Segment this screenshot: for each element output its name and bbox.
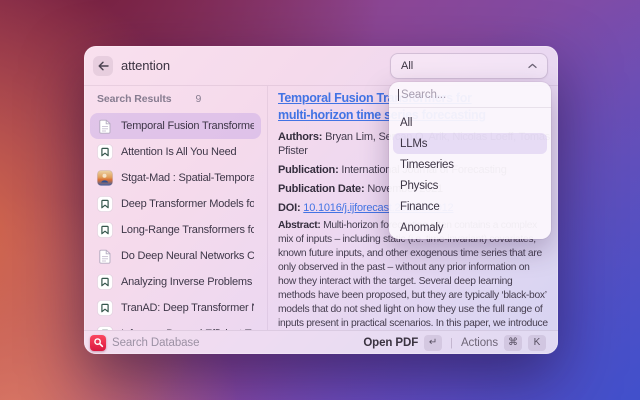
dropdown-option-timeseries[interactable]: Timeseries (393, 154, 547, 175)
list-item[interactable]: Informer: Beyond Efficient Trans... (90, 321, 261, 330)
list-item-title: Analyzing Inverse Problems with... (121, 276, 254, 288)
search-results-list: Temporal Fusion Transformers f... Attenti… (90, 113, 261, 330)
dropdown-options-list: AllLLMsTimeseriesPhysicsFinanceAnomaly (389, 108, 551, 239)
back-button[interactable] (93, 56, 113, 76)
dropdown-search-placeholder: Search... (401, 89, 446, 101)
cmd-key-badge: ⌘ (504, 335, 522, 351)
publication-date-label: Publication Date: (278, 183, 364, 195)
navbar: attention All (84, 46, 558, 86)
abstract-line: only observed in the past – without any … (278, 261, 558, 275)
actions-button[interactable]: Actions (461, 337, 498, 349)
list-item[interactable]: Stgat-Mad : Spatial-Temporal Gr... (90, 165, 261, 191)
dropdown-search-input[interactable]: Search... (389, 82, 551, 108)
filter-select[interactable]: All (390, 53, 548, 79)
abstract-line: models that do not shed light on how the… (278, 303, 558, 317)
doi-label: DOI: (278, 202, 300, 214)
dropdown-option-llms[interactable]: LLMs (393, 133, 547, 154)
results-section-header: Search Results 9 (90, 91, 261, 107)
dropdown-option-anomaly[interactable]: Anomaly (393, 217, 547, 238)
bookmark-icon (97, 274, 113, 290)
list-item-title: Do Deep Neural Networks Contr... (121, 250, 254, 262)
bookmark-icon (97, 196, 113, 212)
list-item-title: Temporal Fusion Transformers f... (121, 120, 254, 132)
list-item[interactable]: Long-Range Transformers for D... (90, 217, 261, 243)
abstract-line: how they interact with the target. Sever… (278, 275, 558, 289)
magnifier-icon (93, 337, 104, 348)
list-item[interactable]: Attention Is All You Need (90, 139, 261, 165)
dropdown-option-finance[interactable]: Finance (393, 196, 547, 217)
publication-label: Publication: (278, 164, 339, 176)
return-key-badge: ↵ (424, 335, 442, 351)
list-item[interactable]: Temporal Fusion Transformers f... (90, 113, 261, 139)
results-count-badge: 9 (195, 93, 201, 105)
thumbnail-icon (97, 170, 113, 186)
bookmark-icon (97, 144, 113, 160)
abstract-line: inputs present in practical scenarios. I… (278, 317, 558, 330)
bookmark-icon (97, 300, 113, 316)
k-key-badge: K (528, 335, 546, 351)
search-database-app-icon (90, 335, 106, 351)
search-query-text[interactable]: attention (121, 58, 170, 73)
list-item[interactable]: Do Deep Neural Networks Contr... (90, 243, 261, 269)
list-item-title: Stgat-Mad : Spatial-Temporal Gr... (121, 172, 254, 184)
filter-dropdown-panel: Search... AllLLMsTimeseriesPhysicsFinanc… (389, 82, 551, 239)
document-icon (97, 248, 113, 264)
list-item-title: Deep Transformer Models for Ti... (121, 198, 254, 210)
bookmark-icon (97, 222, 113, 238)
status-actions: Open PDF ↵ | Actions ⌘ K (363, 335, 546, 351)
abstract-line: known future inputs, and other exogenous… (278, 247, 558, 261)
authors-label: Authors: (278, 131, 322, 143)
list-item-title: TranAD: Deep Transformer Net... (121, 302, 254, 314)
abstract-line: methods have been proposed, but they are… (278, 289, 558, 303)
chevron-up-icon (528, 63, 537, 69)
list-item[interactable]: Analyzing Inverse Problems with... (90, 269, 261, 295)
list-item-title: Attention Is All You Need (121, 146, 236, 158)
results-sidebar: Search Results 9 Temporal Fusion Transfo… (84, 86, 268, 330)
dropdown-option-physics[interactable]: Physics (393, 175, 547, 196)
app-window: attention All Search Results 9 Temporal … (84, 46, 558, 354)
abstract-label: Abstract: (278, 220, 321, 231)
section-label: Search Results (97, 93, 171, 105)
statusbar-divider: | (448, 337, 455, 349)
status-bar: Search Database Open PDF ↵ | Actions ⌘ K (84, 330, 558, 354)
list-item[interactable]: TranAD: Deep Transformer Net... (90, 295, 261, 321)
filter-selected-value: All (401, 60, 413, 72)
root-search-placeholder[interactable]: Search Database (112, 337, 199, 349)
arrow-left-icon (98, 61, 109, 71)
document-icon (97, 118, 113, 134)
open-pdf-button[interactable]: Open PDF (363, 337, 418, 349)
dropdown-option-all[interactable]: All (393, 112, 547, 133)
text-cursor (398, 89, 399, 101)
list-item[interactable]: Deep Transformer Models for Ti... (90, 191, 261, 217)
list-item-title: Long-Range Transformers for D... (121, 224, 254, 236)
